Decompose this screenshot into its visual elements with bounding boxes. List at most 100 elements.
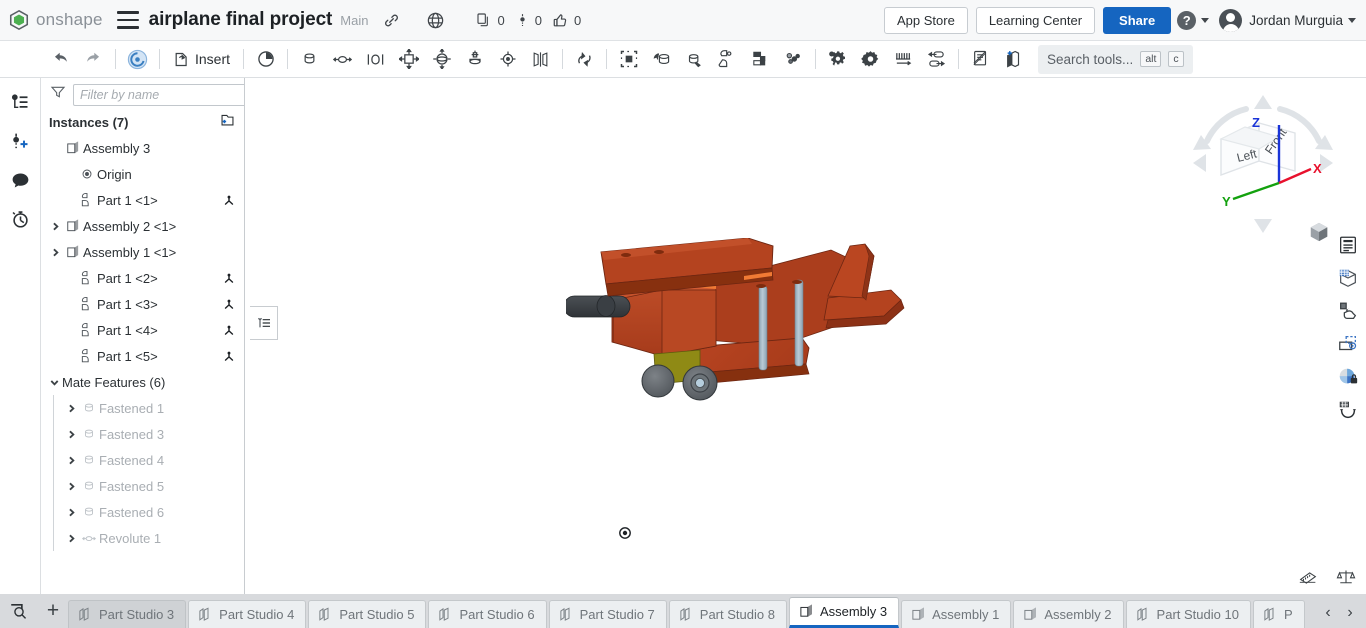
mate-feature-row[interactable]: Fastened 5 <box>41 473 244 499</box>
history-clock-icon[interactable] <box>5 205 35 233</box>
mate-connector-icon[interactable] <box>218 297 240 311</box>
mirror-icon[interactable] <box>777 44 810 75</box>
collapse-tree-icon[interactable] <box>250 306 278 340</box>
chevron-down-icon[interactable] <box>46 377 62 388</box>
hide-display-icon[interactable] <box>964 44 997 75</box>
chevron-right-icon[interactable] <box>63 403 79 414</box>
section-view-icon[interactable] <box>1332 261 1365 294</box>
mate-feature-row[interactable]: Revolute 1 <box>41 525 244 551</box>
mate-features-header[interactable]: Mate Features (6) <box>41 369 244 395</box>
mate-connector-icon[interactable] <box>218 323 240 337</box>
document-tab[interactable]: Part Studio 6 <box>428 600 546 628</box>
home-cube-icon[interactable] <box>1308 221 1330 243</box>
mate-feature-row[interactable]: Fastened 3 <box>41 421 244 447</box>
filter-input[interactable] <box>73 84 245 106</box>
add-tab-icon[interactable]: + <box>38 594 68 628</box>
search-tools-input[interactable]: Search tools... alt c <box>1038 45 1193 74</box>
tree-row[interactable]: Assembly 1 <1> <box>41 239 244 265</box>
undo-icon[interactable] <box>44 44 77 75</box>
help-menu[interactable]: ? <box>1177 11 1209 30</box>
gear-mate-icon[interactable] <box>854 44 887 75</box>
chevron-right-icon[interactable] <box>63 507 79 518</box>
chevron-right-icon[interactable] <box>63 429 79 440</box>
mass-properties-icon[interactable] <box>1334 566 1358 588</box>
hamburger-icon[interactable] <box>117 11 139 29</box>
planar-mate-icon[interactable] <box>392 44 425 75</box>
render-icon[interactable] <box>1332 294 1365 327</box>
filter-icon[interactable] <box>50 84 66 105</box>
appearance-icon[interactable] <box>1332 360 1365 393</box>
document-tab[interactable]: Part Studio 10 <box>1126 600 1251 628</box>
mate-connector-icon[interactable] <box>568 44 601 75</box>
cylindrical-mate-icon[interactable] <box>491 44 524 75</box>
replicate-icon[interactable] <box>645 44 678 75</box>
tab-prev-button[interactable]: ‹ <box>1318 601 1338 625</box>
mate-feature-row[interactable]: Fastened 4 <box>41 447 244 473</box>
user-menu[interactable]: Jordan Murguia <box>1209 9 1366 32</box>
feature-list-icon[interactable] <box>5 88 35 116</box>
airplane-assembly-model[interactable] <box>566 238 986 418</box>
tree-row[interactable]: Part 1 <5> <box>41 343 244 369</box>
link-icon[interactable] <box>376 5 406 35</box>
copies-stat[interactable]: 0 <box>476 12 504 28</box>
mate-connector-icon[interactable] <box>218 349 240 363</box>
pin-slot-mate-icon[interactable] <box>458 44 491 75</box>
document-tab[interactable]: Part Studio 8 <box>669 600 787 628</box>
chevron-right-icon[interactable] <box>47 221 63 232</box>
assembly-context-icon[interactable] <box>121 44 154 75</box>
view-cube[interactable]: Left Front Z X Y <box>1183 83 1343 243</box>
measure-ruler-icon[interactable] <box>1296 566 1320 588</box>
mate-connector-icon[interactable] <box>218 271 240 285</box>
bill-of-materials-icon[interactable] <box>997 44 1030 75</box>
linear-relation-icon[interactable] <box>920 44 953 75</box>
tree-row[interactable]: Assembly 3 <box>41 135 244 161</box>
transform-icon[interactable] <box>678 44 711 75</box>
add-version-icon[interactable] <box>5 127 35 155</box>
display-list-icon[interactable] <box>1332 228 1365 261</box>
redo-icon[interactable] <box>77 44 110 75</box>
tab-search-icon[interactable] <box>0 594 38 628</box>
mate-connector-icon[interactable] <box>218 193 240 207</box>
chevron-right-icon[interactable] <box>63 455 79 466</box>
document-tab[interactable]: Assembly 3 <box>789 597 899 628</box>
assembly-feature-icon[interactable] <box>821 44 854 75</box>
insert-button[interactable]: Insert <box>165 44 238 75</box>
app-store-button[interactable]: App Store <box>884 7 968 34</box>
ball-mate-icon[interactable] <box>425 44 458 75</box>
copy-part-icon[interactable] <box>744 44 777 75</box>
versions-stat[interactable]: 0 <box>515 12 542 28</box>
graphics-viewport[interactable]: Left Front Z X Y <box>246 78 1366 594</box>
document-tab[interactable]: Part Studio 5 <box>308 600 426 628</box>
named-view-icon[interactable] <box>1332 327 1365 360</box>
tree-row[interactable]: Part 1 <1> <box>41 187 244 213</box>
chevron-right-icon[interactable] <box>47 247 63 258</box>
tree-row[interactable]: Part 1 <4> <box>41 317 244 343</box>
tree-row[interactable]: Part 1 <3> <box>41 291 244 317</box>
document-tab[interactable]: P <box>1253 600 1305 628</box>
history-icon[interactable] <box>249 44 282 75</box>
document-tab[interactable]: Part Studio 4 <box>188 600 306 628</box>
group-icon[interactable] <box>612 44 645 75</box>
mate-feature-row[interactable]: Fastened 1 <box>41 395 244 421</box>
tree-row[interactable]: Part 1 <2> <box>41 265 244 291</box>
revolute-mate-icon[interactable] <box>326 44 359 75</box>
learning-center-button[interactable]: Learning Center <box>976 7 1095 34</box>
comments-icon[interactable] <box>5 166 35 194</box>
fastened-mate-icon[interactable] <box>293 44 326 75</box>
add-folder-icon[interactable] <box>219 112 236 132</box>
chevron-right-icon[interactable] <box>63 533 79 544</box>
parallel-mate-icon[interactable] <box>524 44 557 75</box>
tree-row[interactable]: Origin <box>41 161 244 187</box>
document-tab[interactable]: Assembly 1 <box>901 600 1011 628</box>
share-button[interactable]: Share <box>1103 7 1171 34</box>
tab-next-button[interactable]: › <box>1340 601 1360 625</box>
tree-row[interactable]: Assembly 2 <1> <box>41 213 244 239</box>
document-tab[interactable]: Part Studio 3 <box>68 600 186 628</box>
document-tab[interactable]: Assembly 2 <box>1013 600 1123 628</box>
mate-feature-row[interactable]: Fastened 6 <box>41 499 244 525</box>
chevron-right-icon[interactable] <box>63 481 79 492</box>
likes-stat[interactable]: 0 <box>552 12 581 29</box>
document-tab[interactable]: Part Studio 7 <box>549 600 667 628</box>
slider-mate-icon[interactable] <box>359 44 392 75</box>
onshape-logo[interactable]: onshape <box>0 9 103 31</box>
